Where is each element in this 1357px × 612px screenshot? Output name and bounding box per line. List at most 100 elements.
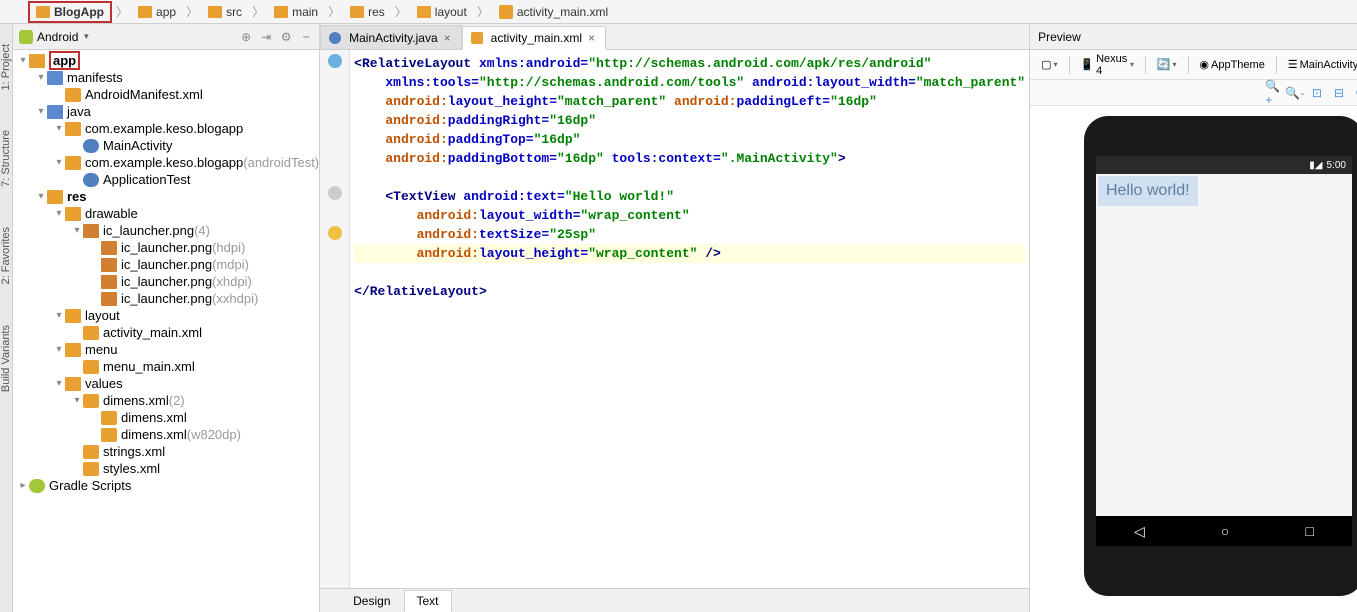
preview-title: Preview [1038,30,1081,44]
class-icon [83,173,99,187]
bottom-tab-text[interactable]: Text [404,590,452,612]
close-icon[interactable]: × [442,31,453,45]
tree-package-main[interactable]: ▾com.example.keso.blogapp [13,120,319,137]
tree-drawable[interactable]: ▾drawable [13,205,319,222]
tree-ic-xhdpi[interactable]: ic_launcher.png (xhdpi) [13,273,319,290]
tree-values[interactable]: ▾values [13,375,319,392]
gear-icon[interactable]: ⚙ [279,30,293,44]
tree-activity-main-xml[interactable]: activity_main.xml [13,324,319,341]
chevron-right-icon: 〉 [114,3,130,20]
image-icon [101,275,117,289]
rail-structure[interactable]: 7: Structure [0,130,12,187]
tree-res[interactable]: ▾res [13,188,319,205]
tree-menu-main-xml[interactable]: menu_main.xml [13,358,319,375]
tree-app[interactable]: ▾app [13,52,319,69]
scroll-from-source-icon[interactable]: ⊕ [239,30,253,44]
rail-build-variants[interactable]: Build Variants [0,325,12,392]
code-editor[interactable]: <RelativeLayout xmlns:android="http://sc… [350,50,1029,588]
breadcrumb-main[interactable]: main [268,3,324,21]
tab-activity-main-xml[interactable]: activity_main.xml× [462,26,606,50]
chevron-right-icon: 〉 [475,3,491,20]
preview-toolbar: ▢▾ 📱Nexus 4▾ 🔄▾ ◉AppTheme ☰MainActivity▾… [1030,50,1357,80]
rail-favorites[interactable]: 2: Favorites [0,227,12,284]
image-icon [101,292,117,306]
folder-icon [65,309,81,323]
viewport-btn[interactable]: ▢▾ [1036,55,1062,74]
editor-bottom-tabs: Design Text [320,588,1029,612]
image-icon [83,224,99,238]
tree-dimens[interactable]: ▾dimens.xml (2) [13,392,319,409]
folder-icon [47,105,63,119]
tree-styles-xml[interactable]: styles.xml [13,460,319,477]
tree-dimens1[interactable]: dimens.xml [13,409,319,426]
tree-ic-hdpi[interactable]: ic_launcher.png (hdpi) [13,239,319,256]
chevron-down-icon: ▼ [82,32,90,41]
image-icon [101,258,117,272]
gutter-fold-icon[interactable] [328,186,342,200]
folder-icon [65,207,81,221]
folder-icon [417,6,431,18]
tree-layout[interactable]: ▾layout [13,307,319,324]
activity-selector[interactable]: ☰MainActivity▾ [1283,55,1357,74]
preview-textview[interactable]: Hello world! [1098,176,1198,206]
zoom-out-icon[interactable]: 🔍- [1288,86,1302,100]
tree-ic-xxhdpi[interactable]: ic_launcher.png (xxhdpi) [13,290,319,307]
tab-main-activity[interactable]: MainActivity.java× [320,25,462,49]
rail-project[interactable]: 1: Project [0,44,12,90]
tree-android-manifest[interactable]: AndroidManifest.xml [13,86,319,103]
tree-java[interactable]: ▾java [13,103,319,120]
hide-icon[interactable]: ⎯ [299,30,313,44]
xml-icon [471,32,483,44]
orientation-btn[interactable]: 🔄▾ [1152,55,1182,74]
project-panel: Android ▼ ⊕ ⇥ ⚙ ⎯ ▾app ▾manifests Androi… [13,24,320,612]
breadcrumb-root[interactable]: BlogApp [28,1,112,23]
tree-menu[interactable]: ▾menu [13,341,319,358]
tree-ic-mdpi[interactable]: ic_launcher.png (mdpi) [13,256,319,273]
zoom-actual-icon[interactable]: ⊟ [1332,86,1346,100]
nav-recent-icon: □ [1305,523,1313,539]
bottom-tab-design[interactable]: Design [340,590,403,612]
theme-selector[interactable]: ◉AppTheme [1194,55,1269,74]
xml-icon [101,428,117,442]
preview-canvas[interactable]: ▮◢ 5:00 Hello world! ◁ ○ □ [1030,106,1357,612]
tree-package-test[interactable]: ▾com.example.keso.blogapp (androidTest) [13,154,319,171]
android-icon [19,30,33,44]
close-icon[interactable]: × [586,31,597,45]
tree-dimens2[interactable]: dimens.xml (w820dp) [13,426,319,443]
project-view-selector[interactable]: Android ▼ [19,30,235,44]
image-icon [101,241,117,255]
zoom-fit-icon[interactable]: ⊡ [1310,86,1324,100]
folder-icon [138,6,152,18]
collapse-all-icon[interactable]: ⇥ [259,30,273,44]
xml-icon [83,326,99,340]
tree-gradle-scripts[interactable]: ▸Gradle Scripts [13,477,319,494]
device-screen: ▮◢ 5:00 Hello world! [1096,156,1352,546]
gutter-bulb-icon[interactable] [328,226,342,240]
folder-icon [350,6,364,18]
tree-manifests[interactable]: ▾manifests [13,69,319,86]
breadcrumb-res[interactable]: res [344,3,391,21]
breadcrumb-layout[interactable]: layout [411,3,473,21]
folder-icon [65,377,81,391]
folder-icon [208,6,222,18]
device-nav-bar: ◁ ○ □ [1096,516,1352,546]
gutter-marker-icon[interactable] [328,54,342,68]
project-tree[interactable]: ▾app ▾manifests AndroidManifest.xml ▾jav… [13,50,319,612]
breadcrumb-src[interactable]: src [202,3,248,21]
zoom-in-icon[interactable]: 🔍+ [1266,86,1280,100]
chevron-right-icon: 〉 [326,3,342,20]
chevron-right-icon: 〉 [393,3,409,20]
tree-strings-xml[interactable]: strings.xml [13,443,319,460]
breadcrumb-file[interactable]: activity_main.xml [493,3,614,21]
editor-area: MainActivity.java× activity_main.xml× <R… [320,24,1029,612]
device-selector[interactable]: 📱Nexus 4▾ [1075,50,1139,80]
gradle-icon [29,479,45,493]
tree-main-activity[interactable]: MainActivity [13,137,319,154]
folder-icon [274,6,288,18]
breadcrumb-app[interactable]: app [132,3,182,21]
tree-ic-launcher[interactable]: ▾ic_launcher.png (4) [13,222,319,239]
tree-application-test[interactable]: ApplicationTest [13,171,319,188]
class-icon [329,32,341,44]
preview-toolbar-zoom: 🔍+ 🔍- ⊡ ⊟ ⟳ 📷 ⚙ [1030,80,1357,106]
package-icon [65,156,81,170]
